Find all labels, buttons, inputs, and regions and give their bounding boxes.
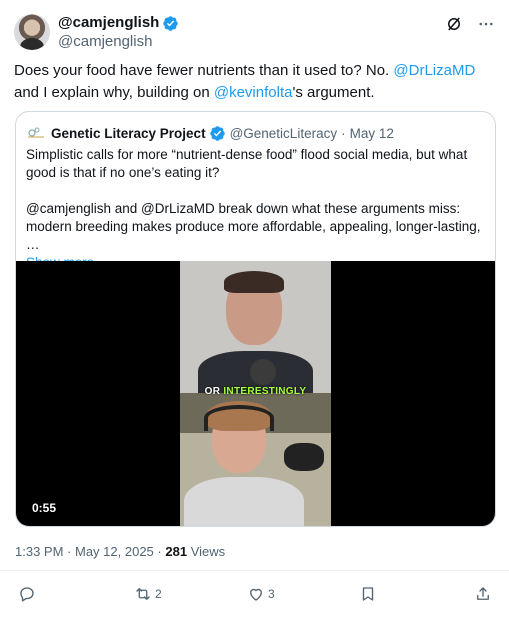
retweet-icon (136, 588, 150, 600)
reply-icon (20, 587, 34, 602)
share-icon (477, 587, 489, 600)
verified-badge-icon (209, 125, 225, 141)
avatar[interactable] (14, 14, 50, 50)
quote-header: Genetic Literacy Project @GeneticLiterac… (26, 123, 394, 143)
heart-icon (250, 588, 262, 601)
retweet-button[interactable]: 2 (134, 585, 162, 603)
more-options-icon[interactable] (477, 15, 495, 33)
author-display-name-row[interactable]: @camjenglish (58, 14, 179, 32)
divider (0, 570, 509, 571)
quote-author-name[interactable]: Genetic Literacy Project (51, 126, 206, 141)
caption-word-highlight: INTERESTINGLY (223, 386, 307, 397)
bookmark-button[interactable] (359, 585, 377, 603)
quote-separator: · (341, 125, 346, 141)
author-display-name[interactable]: @camjenglish (58, 14, 159, 32)
views-label: Views (190, 544, 226, 559)
header-actions (445, 14, 495, 34)
tweet-header: @camjenglish @camjenglish (14, 14, 495, 50)
mention-link[interactable]: @kevinfolta (214, 84, 293, 101)
quote-paragraph: Simplistic calls for more “nutrient-dens… (26, 147, 468, 180)
like-button[interactable]: 3 (247, 585, 275, 603)
like-count: 3 (268, 587, 275, 601)
quote-avatar-logo-icon[interactable] (26, 123, 46, 143)
tweet-time[interactable]: 1:33 PM (15, 544, 63, 559)
action-bar: 2 3 (14, 585, 498, 607)
grok-icon[interactable] (445, 15, 463, 33)
video-frame-top (180, 261, 331, 393)
tweet-text-part: Does your food have fewer nutrients than… (14, 62, 394, 79)
quote-paragraph: @camjenglish and @DrLizaMD break down wh… (26, 201, 481, 252)
quote-date[interactable]: May 12 (350, 126, 394, 141)
tweet-text-part: and I explain why, building on (14, 84, 214, 101)
verified-badge-icon (163, 15, 179, 31)
video-player[interactable]: OR INTERESTINGLY 0:55 (16, 261, 495, 526)
quote-author-handle[interactable]: @GeneticLiteracy (230, 126, 338, 141)
author-handle[interactable]: @camjenglish (58, 33, 179, 51)
video-frame-bottom (180, 393, 331, 526)
share-button[interactable] (474, 585, 492, 603)
caption-word: OR (204, 386, 221, 397)
quoted-tweet[interactable]: Genetic Literacy Project @GeneticLiterac… (15, 111, 496, 527)
video-duration: 0:55 (32, 501, 57, 515)
tweet-date[interactable]: May 12, 2025 (75, 544, 154, 559)
reply-button[interactable] (18, 585, 39, 603)
views-count: 281 (165, 544, 188, 559)
tweet-text: Does your food have fewer nutrients than… (14, 60, 497, 104)
author-block: @camjenglish @camjenglish (58, 14, 179, 51)
mention-link[interactable]: @DrLizaMD (393, 62, 475, 79)
retweet-count: 2 (155, 587, 162, 601)
bookmark-icon (362, 587, 374, 601)
video-caption: OR INTERESTINGLY (180, 386, 331, 397)
tweet-text-part: 's argument. (292, 84, 375, 101)
quote-text: Simplistic calls for more “nutrient-dens… (26, 146, 488, 272)
tweet-meta: 1:33 PM · May 12, 2025 · 281 Views (15, 544, 226, 559)
